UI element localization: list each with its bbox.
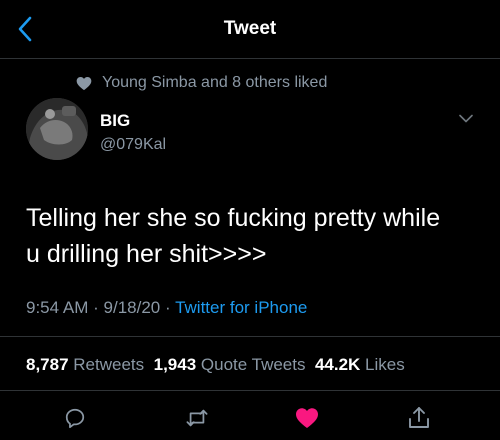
quote-tweets-stat[interactable]: 1,943 Quote Tweets — [154, 355, 306, 374]
avatar[interactable] — [26, 98, 88, 160]
reply-icon — [65, 408, 85, 429]
tweet-date[interactable]: 9/18/20 — [104, 298, 161, 317]
heart-icon — [76, 76, 92, 90]
tweet-time[interactable]: 9:54 AM — [26, 298, 88, 317]
author-handle[interactable]: @079Kal — [100, 136, 166, 154]
meta-separator: · — [164, 298, 171, 317]
tweet-metadata: 9:54 AM · 9/18/20 · Twitter for iPhone — [26, 298, 307, 318]
avatar-image — [26, 98, 88, 160]
engagement-stats: 8,787 Retweets 1,943 Quote Tweets 44.2K … — [26, 355, 405, 375]
retweet-icon — [186, 409, 208, 427]
tweet-text-line: Telling her she so fucking pretty while — [26, 204, 441, 232]
like-icon — [296, 408, 318, 428]
page-title: Tweet — [223, 18, 277, 39]
share-button[interactable] — [404, 403, 434, 433]
tweet-source-link[interactable]: Twitter for iPhone — [175, 298, 307, 317]
social-context[interactable]: Young Simba and 8 others liked — [76, 72, 327, 94]
action-bar — [0, 395, 500, 435]
retweets-stat[interactable]: 8,787 Retweets — [26, 355, 144, 374]
retweets-count: 8,787 — [26, 355, 69, 374]
reply-button[interactable] — [60, 403, 90, 433]
likes-count: 44.2K — [314, 355, 361, 374]
retweets-label: Retweets — [73, 355, 145, 374]
divider — [0, 336, 500, 337]
more-options-button[interactable] — [456, 110, 476, 126]
like-button[interactable] — [292, 403, 322, 433]
likes-stat[interactable]: 44.2K Likes — [315, 355, 405, 374]
quote-tweets-count: 1,943 — [153, 355, 197, 374]
likes-label: Likes — [365, 355, 405, 374]
quote-tweets-label: Quote Tweets — [200, 355, 306, 374]
share-icon — [409, 407, 429, 428]
social-context-text: Young Simba and 8 others liked — [102, 74, 328, 91]
tweet-text-line: u drilling her shit>>>> — [26, 240, 267, 268]
chevron-down-icon — [459, 114, 473, 122]
top-bar: Tweet — [0, 0, 500, 59]
tweet-text: Telling her she so fucking pretty while … — [26, 200, 476, 272]
author-display-name[interactable]: BIG — [100, 111, 130, 131]
retweet-button[interactable] — [182, 403, 212, 433]
divider — [0, 390, 500, 391]
meta-separator: · — [93, 298, 99, 317]
